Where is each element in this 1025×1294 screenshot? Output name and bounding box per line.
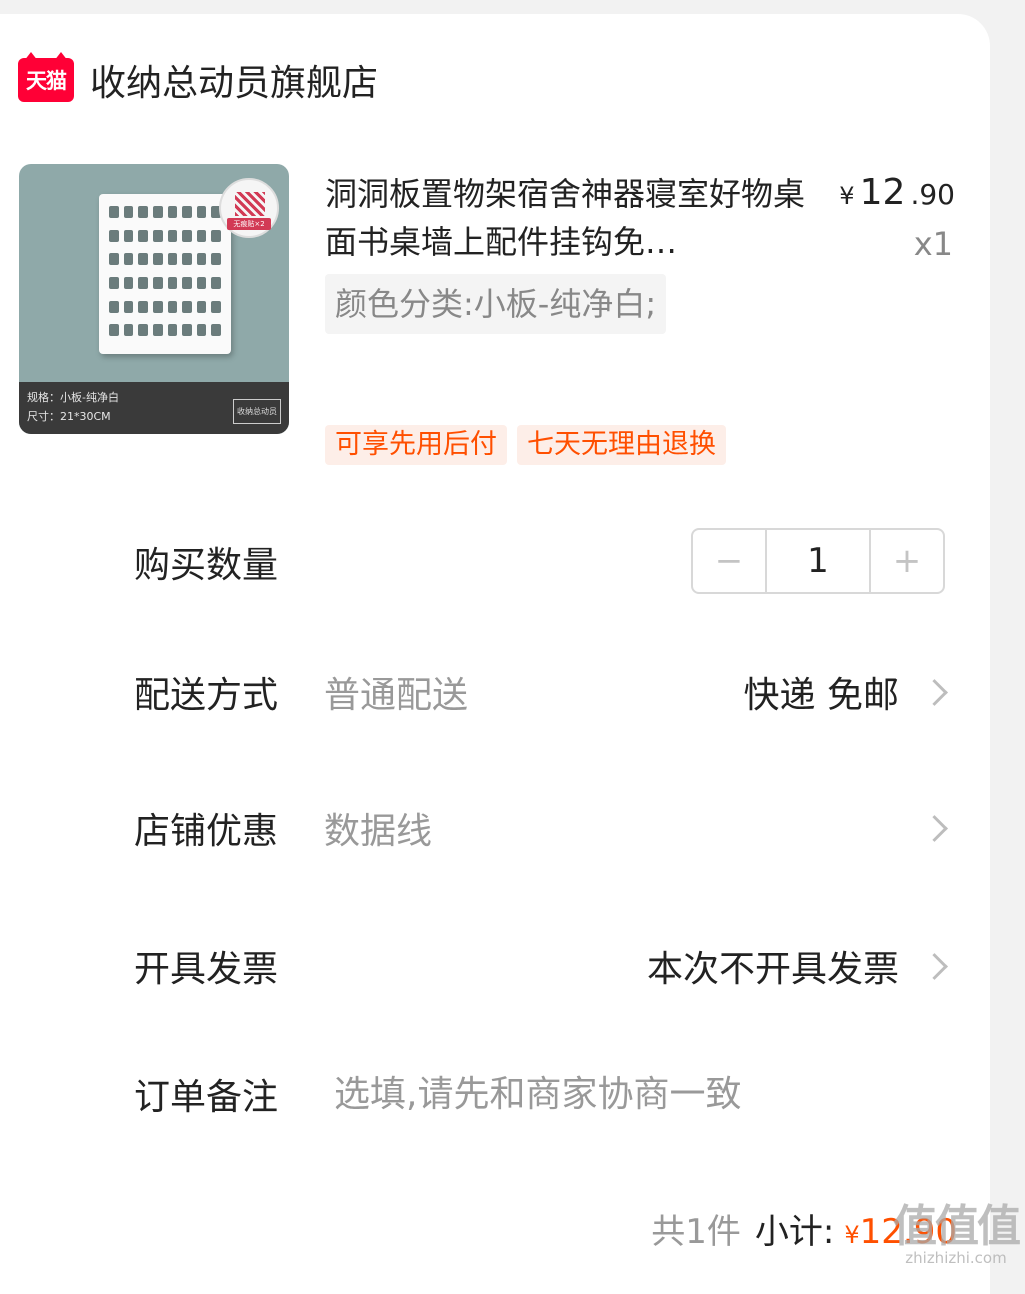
discount-label: 店铺优惠 (134, 811, 279, 852)
invoice-label: 开具发票 (134, 949, 279, 990)
memo-label: 订单备注 (134, 1077, 279, 1118)
product-quantity: x1 (913, 225, 953, 263)
increase-button[interactable]: + (871, 530, 943, 592)
subtotal-label: 小计: (754, 1212, 835, 1252)
delivery-type: 普通配送 (324, 675, 469, 716)
delivery-label: 配送方式 (134, 675, 279, 716)
quantity-stepper[interactable]: − 1 + (691, 528, 945, 594)
decrease-button[interactable]: − (693, 530, 765, 592)
spec-chip[interactable]: 颜色分类:小板-纯净白; (325, 274, 667, 334)
watermark: 值值值 zhizhizhi.com (893, 1201, 1021, 1268)
tmall-logo-icon: 天猫 (18, 52, 74, 102)
tag-seven-day-return: 七天无理由退换 (517, 425, 726, 465)
chevron-right-icon (921, 678, 948, 706)
invoice-value: 本次不开具发票 (646, 949, 899, 990)
price-integer: 12 (859, 172, 906, 213)
memo-row: 订单备注 (134, 1064, 954, 1124)
chevron-right-icon (921, 952, 948, 980)
product-badge-label: 无痕贴×2 (227, 218, 271, 230)
product-image[interactable]: 无痕贴×2 规格：小板-纯净白 尺寸：21*30CM 收纳总动员 (19, 164, 289, 434)
delivery-value: 快递 免邮 (743, 675, 899, 716)
chevron-right-icon (921, 814, 948, 842)
invoice-row[interactable]: 开具发票 本次不开具发票 (134, 936, 954, 996)
image-brand-mark: 收纳总动员 (233, 399, 281, 424)
price-symbol: ¥ (839, 182, 855, 210)
quantity-value[interactable]: 1 (765, 530, 871, 592)
memo-input[interactable] (332, 1072, 856, 1116)
subtotal-symbol: ¥ (844, 1221, 860, 1249)
item-count: 共1件 (651, 1212, 741, 1252)
watermark-url: zhizhizhi.com (905, 1249, 1007, 1267)
shop-header[interactable]: 天猫 收纳总动员旗舰店 (18, 48, 378, 112)
quantity-label: 购买数量 (134, 545, 279, 586)
product-badge: 无痕贴×2 (219, 178, 279, 238)
pegboard-illustration (99, 194, 231, 354)
tag-pay-later: 可享先用后付 (325, 425, 507, 465)
product-title[interactable]: 洞洞板置物架宿舍神器寝室好物桌面书桌墙上配件挂钩免… (325, 170, 805, 266)
discount-row[interactable]: 店铺优惠 数据线 (134, 798, 954, 858)
product-price: ¥ 12 .90 (839, 172, 955, 213)
watermark-logo: 值值值 (893, 1201, 1021, 1252)
shop-name[interactable]: 收纳总动员旗舰店 (90, 54, 378, 106)
image-caption: 规格：小板-纯净白 尺寸：21*30CM 收纳总动员 (19, 382, 289, 434)
service-tags: 可享先用后付 七天无理由退换 (325, 425, 726, 465)
tmall-badge-label: 天猫 (26, 69, 67, 93)
delivery-row[interactable]: 配送方式 普通配送 快递 免邮 (134, 662, 954, 722)
discount-value: 数据线 (324, 811, 433, 852)
price-decimal: .90 (910, 178, 955, 211)
